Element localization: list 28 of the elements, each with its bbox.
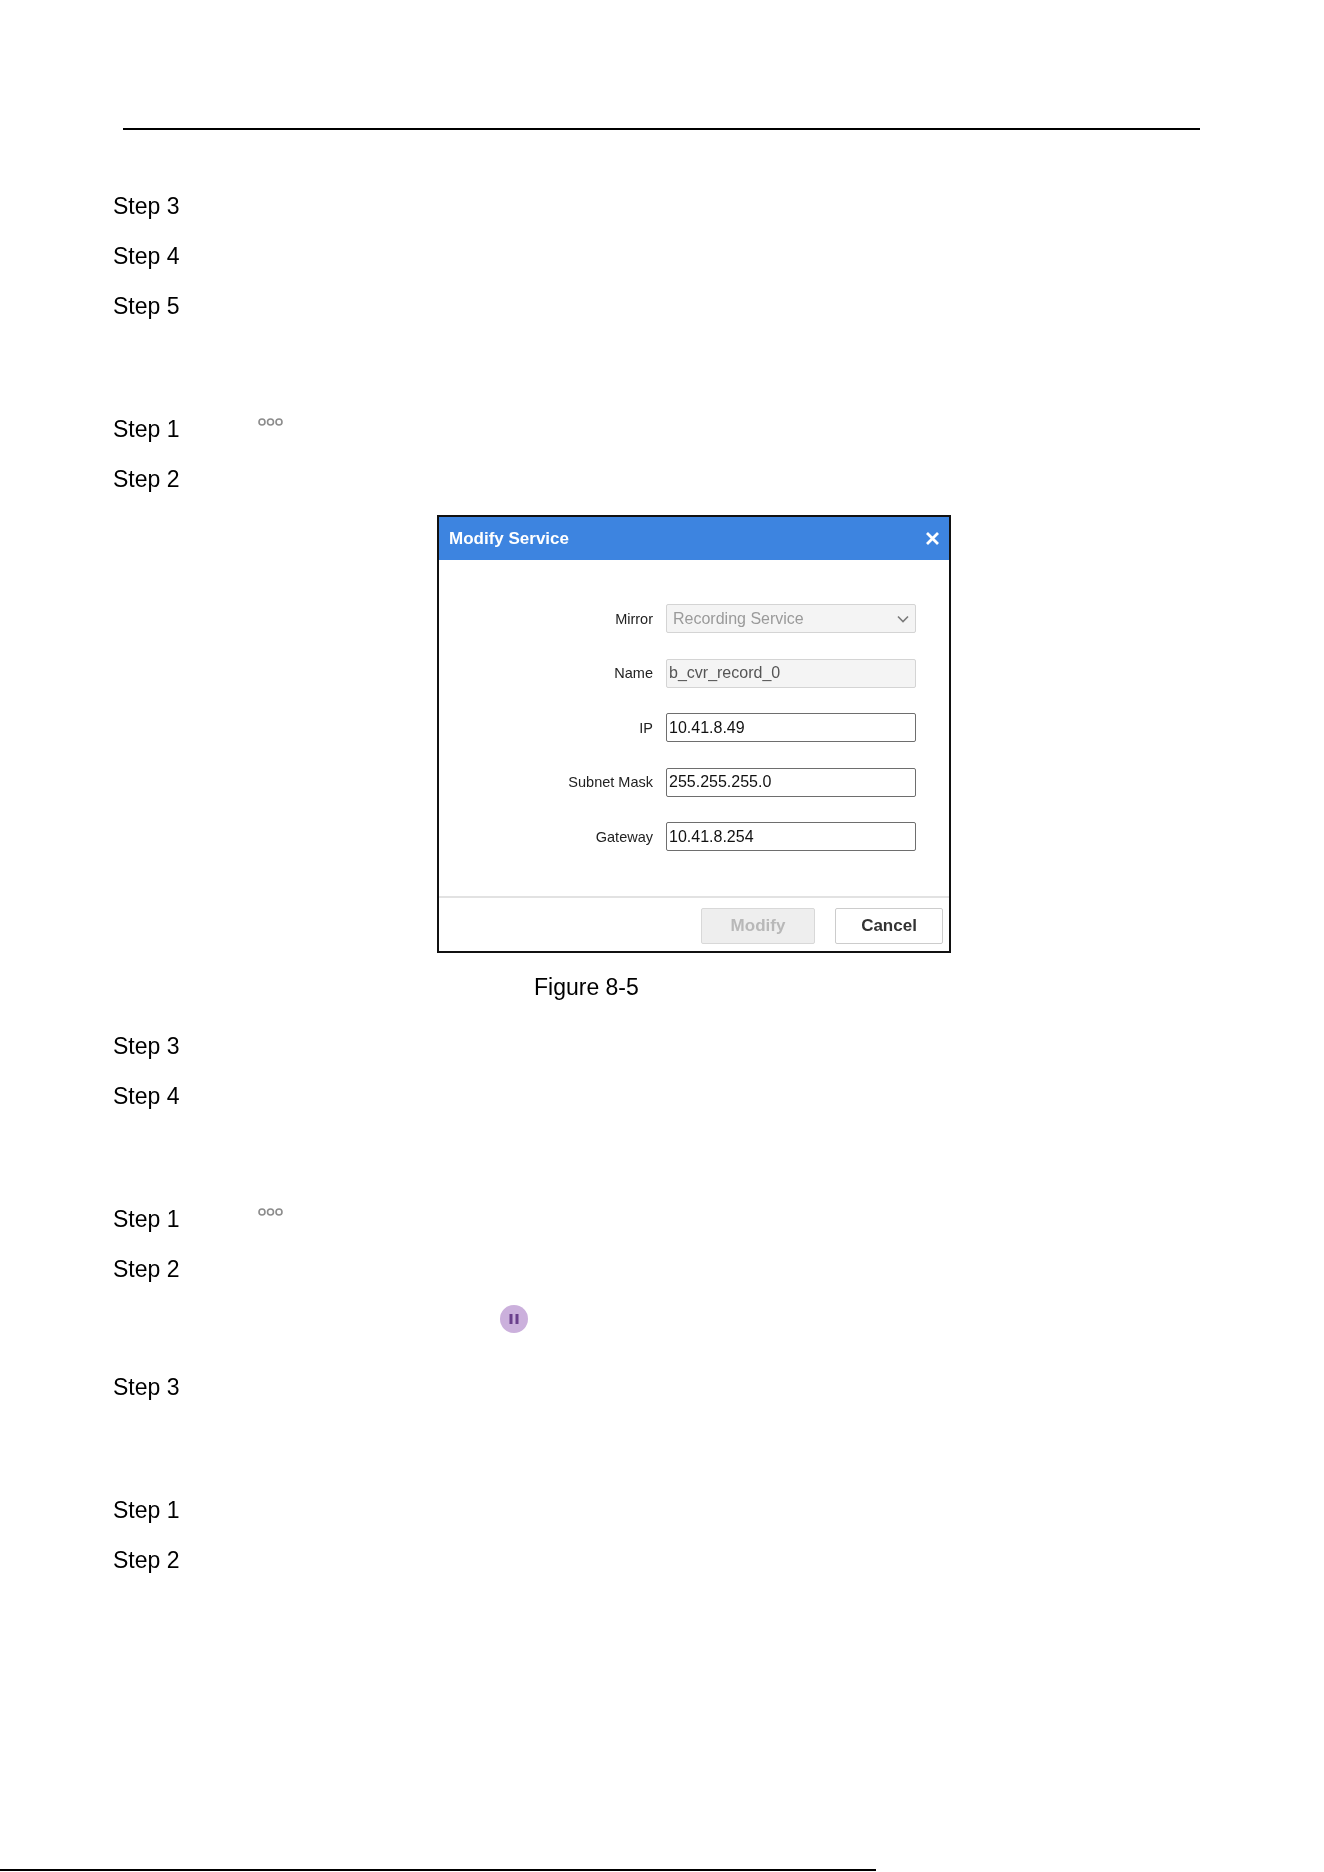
- field-label: IP: [639, 719, 653, 736]
- close-icon[interactable]: [925, 531, 940, 546]
- field-label: Gateway: [595, 828, 653, 845]
- step-label: Step 3: [113, 1373, 180, 1401]
- step-label: Step 2: [113, 465, 180, 493]
- pause-icon: [500, 1305, 528, 1333]
- chevron-down-icon: [897, 614, 909, 623]
- step-label: Step 1: [113, 1205, 180, 1233]
- text-field[interactable]: 10.41.8.49: [666, 713, 916, 742]
- step-label: Step 4: [113, 242, 180, 270]
- step-label: Step 1: [113, 1496, 180, 1524]
- dialog-title: Modify Service: [449, 528, 569, 549]
- text-field[interactable]: 10.41.8.254: [666, 822, 916, 851]
- dots-icon: [258, 418, 283, 426]
- dots-icon: [258, 1208, 283, 1216]
- step-label: Step 1: [113, 415, 180, 443]
- step-label: Step 3: [113, 192, 180, 220]
- step-label: Step 3: [113, 1032, 180, 1060]
- field-label: Name: [614, 665, 653, 681]
- text-field[interactable]: 255.255.255.0: [666, 767, 916, 797]
- step-label: Step 5: [113, 292, 180, 320]
- dialog-button[interactable]: Cancel: [835, 908, 943, 944]
- step-label: Step 4: [113, 1082, 180, 1110]
- step-label: Step 2: [113, 1255, 180, 1283]
- field-label: Subnet Mask: [568, 774, 653, 790]
- field-label: Mirror: [615, 610, 653, 627]
- step-label: Step 2: [113, 1546, 180, 1574]
- figure-caption: Figure 8-5: [534, 973, 639, 1001]
